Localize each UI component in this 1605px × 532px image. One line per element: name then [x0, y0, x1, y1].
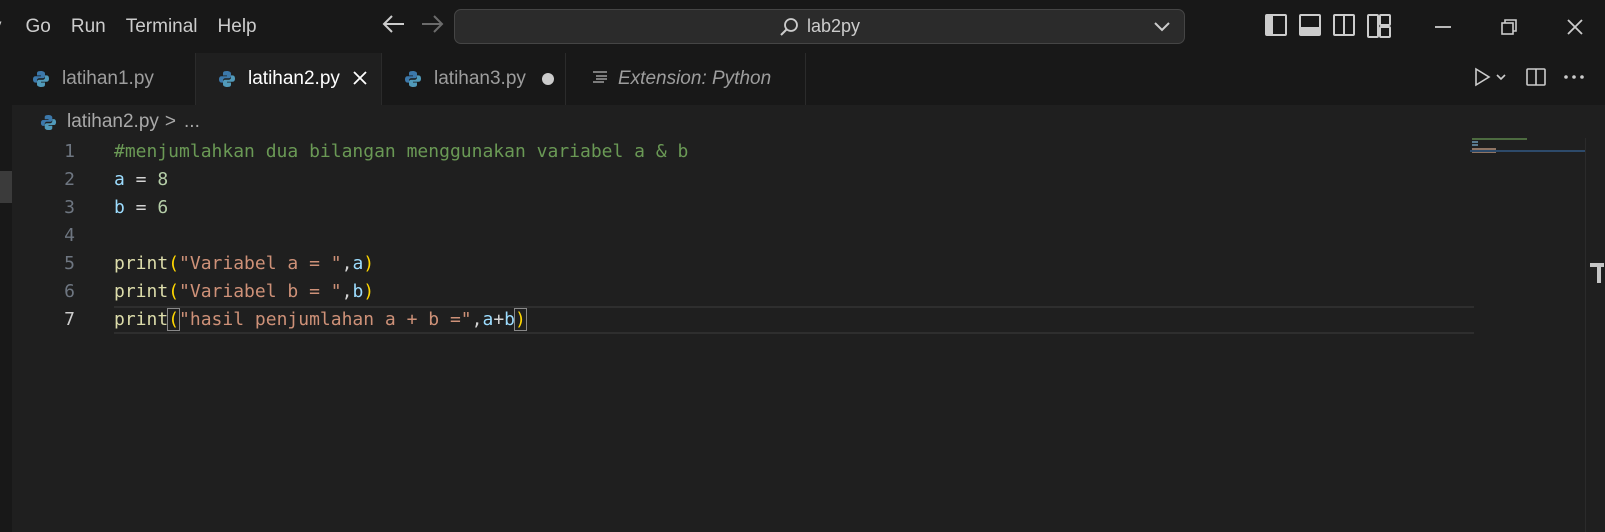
tab-label: latihan2.py: [248, 68, 340, 89]
more-actions-icon[interactable]: [1563, 67, 1585, 92]
arrow-right-icon[interactable]: [420, 0, 444, 53]
code-line: 3 b = 6: [12, 194, 1462, 222]
tab-latihan3[interactable]: latihan3.py: [382, 53, 566, 105]
toggle-panel-icon[interactable]: [1299, 14, 1321, 36]
code-line: 4: [12, 222, 1462, 250]
arrow-left-icon[interactable]: [382, 0, 406, 53]
line-number: 7: [64, 309, 75, 330]
vertical-scrollbar[interactable]: [1585, 138, 1605, 532]
command-center-label: lab2py: [806, 16, 861, 36]
close-tab-icon[interactable]: [352, 67, 368, 91]
python-icon: [218, 70, 236, 88]
minimize-icon[interactable]: [1410, 0, 1476, 53]
line-number: 1: [64, 141, 75, 162]
code-text: b = 6: [114, 197, 169, 218]
command-center[interactable]: lab2py: [454, 9, 1185, 44]
tab-latihan1[interactable]: latihan1.py: [12, 53, 196, 105]
gutter-indicator: [0, 171, 12, 203]
line-number: 2: [64, 169, 75, 190]
chevron-down-icon[interactable]: [1152, 16, 1172, 41]
python-icon: [32, 70, 50, 88]
tab-latihan2[interactable]: latihan2.py: [196, 53, 382, 105]
navigation-arrows: [382, 0, 444, 53]
breadcrumb-file[interactable]: latihan2.py: [67, 111, 159, 133]
code-text: print("Variabel a = ",a): [114, 253, 375, 274]
line-number: 6: [64, 281, 75, 302]
code-line: 1 #menjumlahkan dua bilangan menggunakan…: [12, 138, 1462, 166]
menu-item-view[interactable]: y: [0, 0, 16, 53]
minimap-viewport: [1470, 150, 1585, 152]
window-controls: [1410, 0, 1605, 53]
line-number: 3: [64, 197, 75, 218]
tab-label: Extension: Python: [618, 68, 772, 89]
close-icon[interactable]: [1542, 0, 1605, 53]
restore-icon[interactable]: [1476, 0, 1542, 53]
minimap[interactable]: [1472, 138, 1585, 158]
code-line: 2 a = 8: [12, 166, 1462, 194]
code-line-current: 7 print("hasil penjumlahan a + b =",a+b): [12, 306, 1474, 334]
tab-label: latihan1.py: [62, 68, 154, 89]
menu-bar: y Go Run Terminal Help: [0, 0, 267, 53]
unsaved-dot-icon[interactable]: [541, 73, 554, 85]
tab-label: latihan3.py: [434, 68, 526, 89]
toggle-secondary-sidebar-icon[interactable]: [1333, 14, 1355, 36]
editor-actions: [1473, 53, 1605, 105]
code-text: a = 8: [114, 169, 169, 190]
code-text: print("Variabel b = ",b): [114, 281, 375, 302]
editor-tab-bar: latihan1.py latihan2.py latihan3.py Exte…: [0, 53, 1605, 105]
title-bar: y Go Run Terminal Help lab2py: [0, 0, 1605, 53]
layout-controls: [1265, 14, 1391, 38]
activity-edge: [0, 53, 12, 532]
overview-ruler-cursor-stem: [1597, 263, 1601, 283]
breadcrumb: latihan2.py > ...: [40, 106, 200, 138]
run-python-file-icon[interactable]: [1473, 67, 1509, 92]
menu-item-go[interactable]: Go: [16, 0, 61, 53]
tab-extension-python[interactable]: Extension: Python: [566, 53, 806, 105]
line-number: 4: [64, 225, 75, 246]
customize-layout-icon[interactable]: [1367, 14, 1391, 38]
python-icon: [404, 70, 422, 88]
code-text: #menjumlahkan dua bilangan menggunakan v…: [114, 141, 689, 162]
search-icon: [779, 17, 799, 37]
preview-icon: [592, 69, 608, 90]
menu-item-terminal[interactable]: Terminal: [116, 0, 208, 53]
code-editor[interactable]: 1 #menjumlahkan dua bilangan menggunakan…: [12, 138, 1474, 532]
code-line: 6 print("Variabel b = ",b): [12, 278, 1462, 306]
breadcrumb-separator: >: [164, 111, 177, 132]
code-text: print("hasil penjumlahan a + b =",a+b): [114, 308, 527, 331]
menu-item-help[interactable]: Help: [208, 0, 267, 53]
line-number: 5: [64, 253, 75, 274]
code-line: 5 print("Variabel a = ",a): [12, 250, 1462, 278]
toggle-primary-sidebar-icon[interactable]: [1265, 14, 1287, 36]
python-icon: [40, 114, 57, 131]
split-editor-icon[interactable]: [1525, 67, 1547, 92]
breadcrumb-more[interactable]: ...: [184, 111, 200, 133]
menu-item-run[interactable]: Run: [61, 0, 116, 53]
